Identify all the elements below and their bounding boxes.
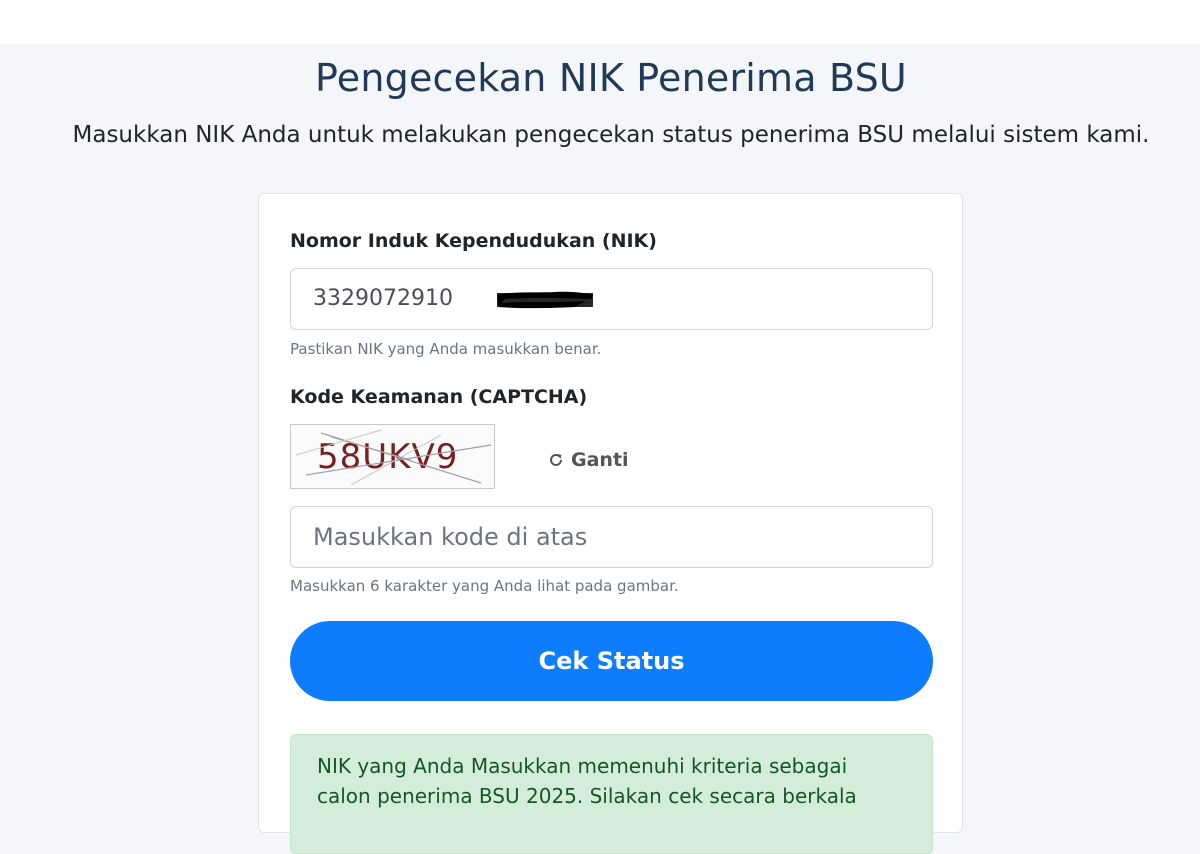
captcha-code-input[interactable] <box>291 507 932 567</box>
check-form-card: Nomor Induk Kependudukan (NIK) 332907291… <box>258 193 963 854</box>
nik-label: Nomor Induk Kependudukan (NIK) <box>290 230 657 252</box>
redaction-scribble <box>497 291 593 309</box>
captcha-label: Kode Keamanan (CAPTCHA) <box>290 386 588 408</box>
captcha-help-text: Masukkan 6 karakter yang Anda lihat pada… <box>290 577 679 595</box>
nik-help-text: Pastikan NIK yang Anda masukkan benar. <box>290 340 602 358</box>
refresh-captcha-button[interactable]: Ganti <box>547 449 629 471</box>
captcha-image: 58UKV9 <box>290 424 495 489</box>
nik-value: 3329072910 <box>313 286 453 311</box>
page-title: Pengecekan NIK Penerima BSU <box>315 56 907 100</box>
refresh-label: Ganti <box>571 449 629 471</box>
check-status-button[interactable]: Cek Status <box>290 621 933 701</box>
refresh-icon <box>550 453 562 466</box>
page-subtitle: Masukkan NIK Anda untuk melakukan pengec… <box>72 122 1150 148</box>
top-navbar <box>0 0 1200 44</box>
nik-field[interactable]: 3329072910 <box>290 268 933 330</box>
captcha-code-field[interactable] <box>290 506 933 568</box>
result-alert: NIK yang Anda Masukkan memenuhi kriteria… <box>290 734 933 854</box>
captcha-noise-lines <box>295 429 492 486</box>
